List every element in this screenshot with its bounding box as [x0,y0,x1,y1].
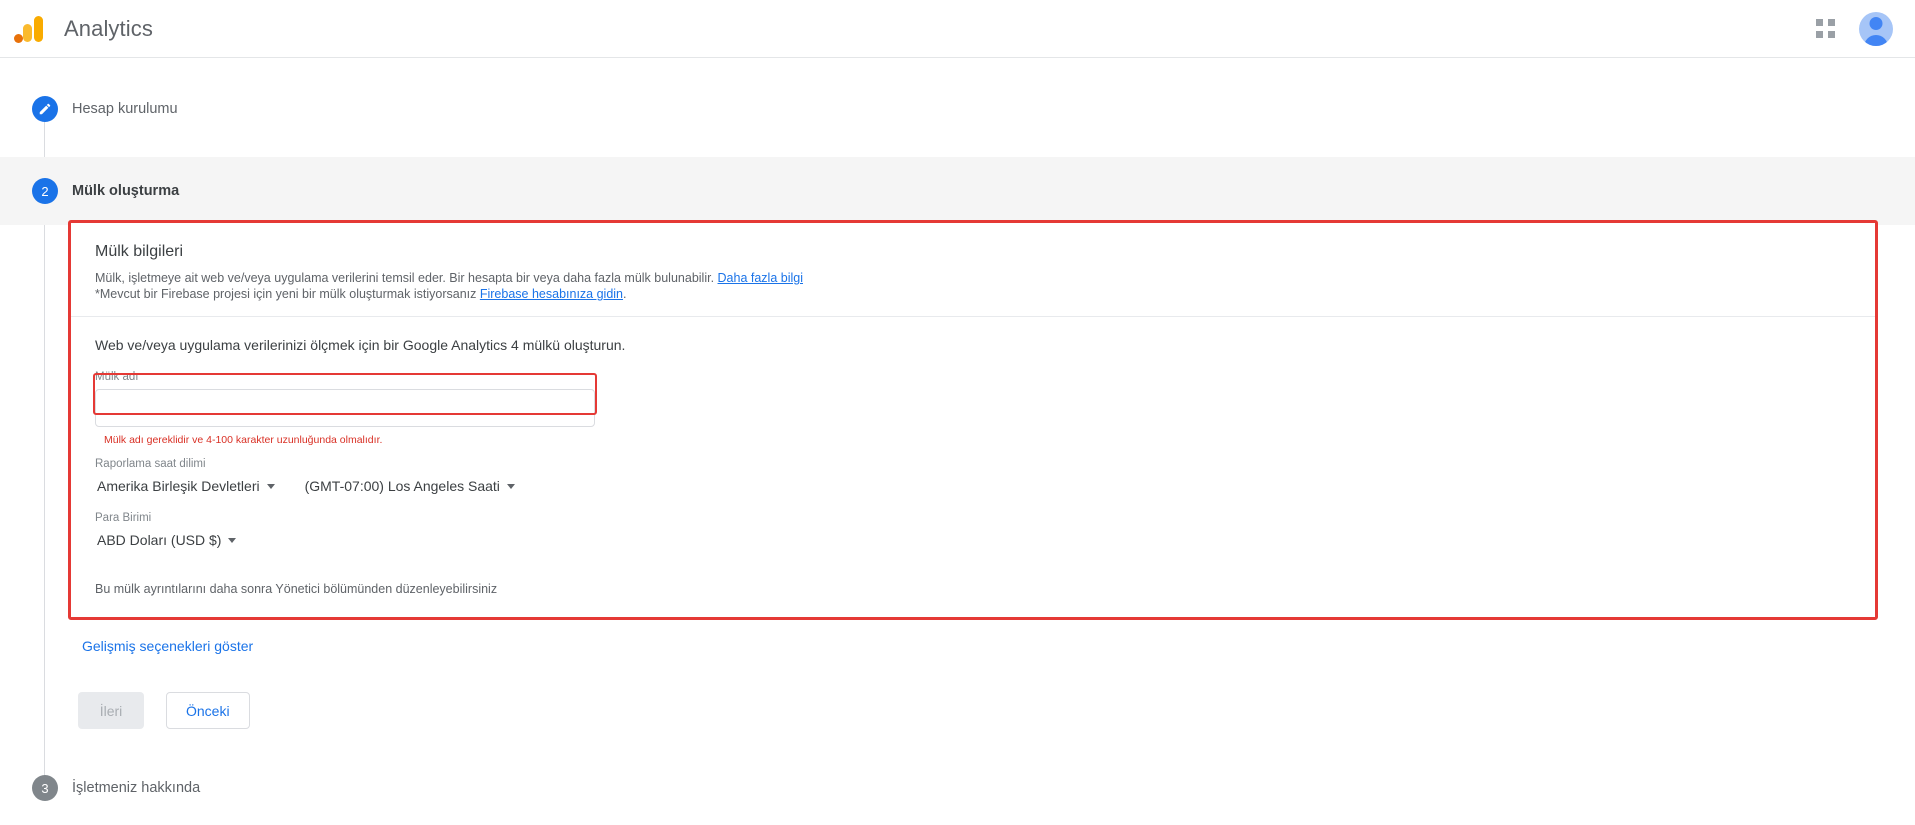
step-connector-2 [44,212,45,785]
top-bar-actions [1813,11,1893,46]
currency-group-label: Para Birimi [95,512,152,524]
card-description: Mülk, işletmeye ait web ve/veya uygulama… [95,270,1851,302]
step-3-bullet: 3 [32,775,58,801]
card-description-line-1: Mülk, işletmeye ait web ve/veya uygulama… [95,270,1851,286]
step-property-creation[interactable]: 2 Mülk oluşturma [0,157,1915,225]
timezone-zone-value: (GMT-07:00) Los Angeles Saati [304,478,500,494]
currency-select[interactable]: ABD Doları (USD $) [95,526,238,554]
firebase-account-link[interactable]: Firebase hesabınıza gidin [480,287,623,301]
measure-description: Web ve/veya uygulama verilerinizi ölçmek… [95,337,626,353]
step-1-label: Hesap kurulumu [72,101,178,117]
show-advanced-options-link[interactable]: Gelişmiş seçenekleri göster [82,638,253,654]
chevron-down-icon [228,537,237,543]
chevron-down-icon [506,483,515,489]
timezone-group-label: Raporlama saat dilimi [95,458,206,470]
learn-more-link[interactable]: Daha fazla bilgi [718,271,803,285]
google-analytics-logo-icon [14,14,48,44]
app-title: Analytics [64,15,153,41]
property-details-card: Mülk bilgileri Mülk, işletmeye ait web v… [70,222,1876,618]
timezone-country-value: Amerika Birleşik Devletleri [97,478,260,494]
timezone-country-select[interactable]: Amerika Birleşik Devletleri [95,472,277,500]
currency-row: ABD Doları (USD $) [95,526,1851,554]
pencil-edit-icon [39,103,51,115]
card-header: Mülk bilgileri Mülk, işletmeye ait web v… [71,223,1875,316]
firebase-note-suffix: . [623,287,627,301]
timezone-zone-select[interactable]: (GMT-07:00) Los Angeles Saati [303,472,517,500]
currency-value: ABD Doları (USD $) [97,532,222,548]
step-2-label: Mülk oluşturma [72,183,180,199]
chevron-down-icon [266,483,275,489]
wizard-button-row: İleri Önceki [78,692,250,729]
card-title: Mülk bilgileri [95,243,184,260]
property-name-label: Mülk adı [95,371,139,383]
timezone-row: Amerika Birleşik Devletleri (GMT-07:00) … [95,472,1851,500]
apps-grid-icon[interactable] [1813,17,1837,41]
step-3-label: İşletmeniz hakkında [72,780,201,796]
firebase-note-prefix: *Mevcut bir Firebase projesi için yeni b… [95,287,480,301]
previous-button[interactable]: Önceki [166,692,250,729]
step-2-bullet: 2 [32,178,58,204]
step-1-bullet [32,96,58,122]
top-app-bar: Analytics [0,0,1915,58]
card-footer-note: Bu mülk ayrıntılarını daha sonra Yönetic… [95,582,498,596]
account-avatar-icon[interactable] [1859,11,1893,46]
property-name-input[interactable] [95,389,595,427]
card-description-line-2: *Mevcut bir Firebase projesi için yeni b… [95,286,1851,302]
brand: Analytics [14,14,153,44]
property-name-error: Mülk adı gereklidir ve 4-100 karakter uz… [104,434,383,446]
next-button[interactable]: İleri [78,692,144,729]
step-about-business[interactable]: 3 İşletmeniz hakkında [0,765,1915,811]
card-body: Web ve/veya uygulama verilerinizi ölçmek… [71,317,1875,596]
step-account-setup[interactable]: Hesap kurulumu [0,86,1915,132]
card-description-text-1: Mülk, işletmeye ait web ve/veya uygulama… [95,271,718,285]
